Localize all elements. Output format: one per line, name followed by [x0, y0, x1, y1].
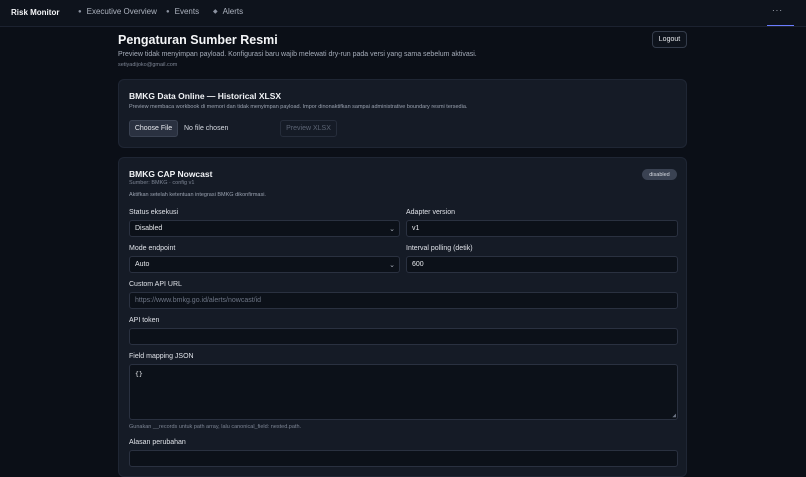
- interval-value: 600: [412, 261, 424, 268]
- url-label: Custom API URL: [129, 281, 182, 288]
- dashboard-icon: ●: [78, 8, 82, 15]
- adapter-label: Adapter version: [406, 209, 456, 216]
- status-badge: disabled: [642, 169, 677, 180]
- custom-api-url-input[interactable]: https://www.bmkg.go.id/alerts/nowcast/id: [129, 292, 678, 309]
- mapping-label: Field mapping JSON: [129, 353, 194, 360]
- resize-handle-icon[interactable]: ◢: [672, 412, 676, 419]
- import-card-description: Preview membaca workbook di memori dan t…: [129, 104, 468, 110]
- nav-executive-overview-label: Executive Overview: [86, 7, 157, 16]
- events-icon: ●: [166, 8, 170, 15]
- chevron-down-icon: ⌄: [389, 226, 395, 233]
- field-mapping-textarea[interactable]: {} ◢: [129, 364, 678, 420]
- alert-icon: ◆: [213, 9, 218, 15]
- mode-select-value: Auto: [135, 261, 150, 268]
- choose-file-button[interactable]: Choose File: [129, 120, 178, 137]
- nav-alerts-label: Alerts: [222, 7, 244, 16]
- status-label: Status eksekusi: [129, 209, 179, 216]
- field-mapping-value: {}: [135, 370, 143, 378]
- source-title: BMKG CAP Nowcast: [129, 169, 213, 179]
- app-brand[interactable]: Risk Monitor: [11, 8, 59, 17]
- more-menu-button[interactable]: ···: [772, 6, 783, 15]
- mode-select[interactable]: Auto ⌄: [129, 256, 400, 273]
- interval-label: Interval polling (detik): [406, 245, 473, 252]
- import-card: BMKG Data Online — Historical XLSX Previ…: [118, 79, 687, 148]
- adapter-version-input[interactable]: v1: [406, 220, 678, 237]
- file-status: No file chosen: [184, 125, 229, 132]
- status-select-value: Disabled: [135, 225, 163, 232]
- top-navigation-bar: Risk Monitor ● Executive Overview ● Even…: [0, 0, 806, 27]
- source-config-card: BMKG CAP Nowcast disabled Sumber: BMKG ·…: [118, 157, 687, 477]
- page-subtitle: Preview tidak menyimpan payload. Konfigu…: [118, 51, 477, 58]
- import-card-title: BMKG Data Online — Historical XLSX: [129, 91, 282, 101]
- adapter-version-value: v1: [412, 225, 420, 232]
- source-meta: Sumber: BMKG · config v1: [129, 180, 195, 186]
- chevron-down-icon: ⌄: [389, 262, 395, 269]
- active-tab-indicator: [767, 25, 794, 26]
- logout-button[interactable]: Logout: [652, 31, 687, 48]
- nav-events-label: Events: [174, 7, 200, 16]
- interval-input[interactable]: 600: [406, 256, 678, 273]
- api-token-input[interactable]: [129, 328, 678, 345]
- mode-label: Mode endpoint: [129, 245, 176, 252]
- nav-executive-overview[interactable]: ● Executive Overview: [78, 7, 157, 16]
- custom-api-url-placeholder: https://www.bmkg.go.id/alerts/nowcast/id: [135, 297, 262, 304]
- nav-events[interactable]: ● Events: [166, 7, 199, 16]
- page-title: Pengaturan Sumber Resmi: [118, 33, 278, 47]
- mapping-hint: Gunakan __records untuk path array, lalu…: [129, 424, 302, 430]
- token-label: API token: [129, 317, 160, 324]
- user-email: setiyadijoko@gmail.com: [118, 62, 178, 68]
- source-note: Aktifkan setelah ketentuan integrasi BMK…: [129, 192, 266, 198]
- preview-xlsx-button[interactable]: Preview XLSX: [280, 120, 337, 137]
- reason-label: Alasan perubahan: [129, 439, 186, 446]
- status-select[interactable]: Disabled ⌄: [129, 220, 400, 237]
- change-reason-input[interactable]: [129, 450, 678, 467]
- nav-alerts[interactable]: ◆ Alerts: [213, 7, 243, 16]
